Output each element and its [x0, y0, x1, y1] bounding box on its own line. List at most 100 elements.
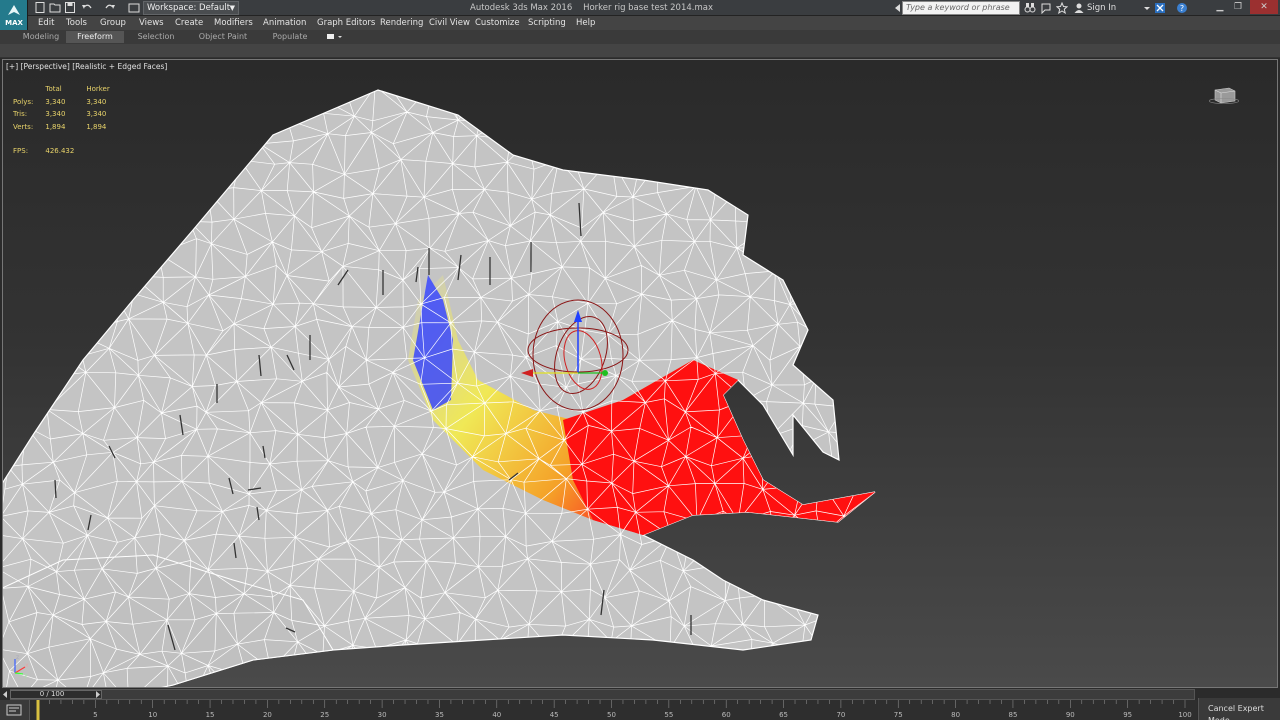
ruler-tick-label: 60: [722, 711, 731, 719]
ribbon-panel: [0, 44, 1280, 58]
file-name: Horker rig base test 2014.max: [583, 3, 714, 13]
ruler-tick-label: 20: [263, 711, 272, 719]
cancel-expert-mode-button[interactable]: Cancel Expert Mode: [1198, 698, 1280, 720]
ruler-tick-label: 95: [1123, 711, 1132, 719]
menu-group[interactable]: Group: [100, 16, 126, 30]
communication-center-icon[interactable]: [1040, 2, 1052, 14]
chevron-right-icon[interactable]: [94, 690, 102, 699]
binoculars-icon[interactable]: [1024, 2, 1036, 14]
chevron-down-icon: ▼: [229, 4, 235, 12]
workspace-dropdown[interactable]: Workspace: Default ▼: [143, 1, 239, 15]
menu-help[interactable]: Help: [576, 16, 595, 30]
close-button[interactable]: ✕: [1250, 0, 1278, 14]
sign-in-button[interactable]: Sign In: [1087, 1, 1116, 15]
redo-icon[interactable]: [104, 2, 116, 13]
user-icon[interactable]: [1073, 2, 1085, 14]
logo-label: MAX: [5, 19, 23, 27]
stats-header-object: Horker: [86, 85, 110, 93]
listener-icon: [6, 704, 22, 716]
stats-tris-object: 3,340: [86, 110, 107, 118]
open-file-icon[interactable]: [49, 2, 61, 13]
menu-civil-view[interactable]: Civil View: [429, 16, 470, 30]
chevron-down-icon[interactable]: [1141, 2, 1153, 14]
current-frame-marker[interactable]: [36, 700, 40, 720]
mini-listener[interactable]: [0, 700, 30, 720]
viewcube-icon[interactable]: [1209, 86, 1239, 104]
ruler-tick-label: 50: [607, 711, 616, 719]
ruler-tick-label: 40: [492, 711, 501, 719]
ribbon-tabs: Modeling Freeform Selection Object Paint…: [0, 30, 1280, 44]
ruler-tick-label: 30: [378, 711, 387, 719]
stats-fps-value: 426.432: [45, 147, 75, 155]
favorites-star-icon[interactable]: [1056, 2, 1068, 14]
max-logo-icon: [8, 5, 20, 15]
stats-fps-label: FPS:: [13, 147, 29, 155]
menu-create[interactable]: Create: [175, 16, 203, 30]
stats-tris-total: 3,340: [45, 110, 66, 118]
menu-views[interactable]: Views: [139, 16, 164, 30]
ruler-tick-label: 85: [1008, 711, 1017, 719]
ribbon-options-icon[interactable]: [326, 33, 344, 41]
menu-scripting[interactable]: Scripting: [528, 16, 566, 30]
menu-rendering[interactable]: Rendering: [380, 16, 423, 30]
stats-header-blank: [13, 84, 43, 95]
search-input[interactable]: Type a keyword or phrase: [902, 1, 1020, 15]
ruler-tick-label: 45: [550, 711, 559, 719]
perspective-viewport[interactable]: [+] [Perspective] [Realistic + Edged Fac…: [2, 59, 1278, 688]
ruler-tick-label: 80: [951, 711, 960, 719]
track-bar[interactable]: 5 10 15 20 25 30 35 40 45 50 55 60 65 70 75 80 85 90 95 100: [30, 700, 1197, 720]
ruler-tick-label: 100: [1178, 711, 1191, 719]
new-file-icon[interactable]: [34, 2, 46, 13]
stats-polys-label: Polys:: [13, 97, 34, 106]
tab-selection[interactable]: Selection: [130, 31, 182, 43]
tab-populate[interactable]: Populate: [266, 31, 314, 43]
ruler-tick-label: 75: [894, 711, 903, 719]
stats-verts-label: Verts:: [13, 122, 34, 131]
axis-z-label: z: [16, 654, 19, 661]
minimize-button[interactable]: ▁: [1212, 0, 1228, 14]
menu-animation[interactable]: Animation: [263, 16, 306, 30]
stats-verts-object: 1,894: [86, 122, 107, 131]
exchange-apps-icon[interactable]: [1154, 2, 1166, 14]
horker-mesh[interactable]: [3, 60, 1278, 688]
time-slider-thumb[interactable]: [10, 690, 102, 699]
save-file-icon[interactable]: [64, 2, 76, 13]
menu-tools[interactable]: Tools: [66, 16, 87, 30]
ruler-tick-label: 65: [779, 711, 788, 719]
menu-customize[interactable]: Customize: [475, 16, 520, 30]
viewport-label[interactable]: [+] [Perspective] [Realistic + Edged Fac…: [6, 62, 167, 71]
maximize-button[interactable]: ❐: [1230, 0, 1246, 14]
chevron-left-icon[interactable]: [1, 690, 9, 699]
tab-modeling[interactable]: Modeling: [16, 31, 66, 43]
svg-text:?: ?: [1180, 4, 1184, 13]
ruler-tick-label: 70: [836, 711, 845, 719]
time-slider-track[interactable]: [10, 689, 1195, 700]
title-bar: Workspace: Default ▼ Autodesk 3ds Max 201…: [0, 0, 1280, 16]
ruler-tick-label: 10: [148, 711, 157, 719]
stats-tris-label: Tris:: [13, 110, 28, 118]
menu-modifiers[interactable]: Modifiers: [214, 16, 253, 30]
project-folder-icon[interactable]: [128, 2, 140, 13]
tab-object-paint[interactable]: Object Paint: [192, 31, 254, 43]
workspace-label: Workspace: Default: [147, 3, 231, 13]
undo-icon[interactable]: [81, 2, 93, 13]
ruler-tick-label: 55: [664, 711, 673, 719]
tab-freeform[interactable]: Freeform: [66, 31, 124, 43]
app-title: Autodesk 3ds Max 2016: [470, 3, 573, 13]
axis-y-label: y: [24, 672, 28, 679]
stats-verts-total: 1,894: [45, 122, 66, 131]
stats-polys-object: 3,340: [86, 97, 107, 106]
window-title: Autodesk 3ds Max 2016 Horker rig base te…: [470, 1, 713, 15]
menu-bar: Edit Tools Group Views Create Modifiers …: [28, 16, 1280, 30]
ruler-tick-label: 90: [1066, 711, 1075, 719]
stats-polys-total: 3,340: [45, 97, 66, 106]
ruler-tick-label: 35: [435, 711, 444, 719]
app-logo[interactable]: MAX: [0, 0, 28, 30]
menu-edit[interactable]: Edit: [38, 16, 54, 30]
axis-tripod-icon: z x y: [14, 654, 29, 679]
stats-header-total: Total: [45, 85, 62, 93]
menu-graph-editors[interactable]: Graph Editors: [317, 16, 375, 30]
frame-ruler: 5 10 15 20 25 30 35 40 45 50 55 60 65 70 75 80 85 90 95 100: [36, 700, 1192, 720]
ruler-tick-label: 25: [320, 711, 329, 719]
help-icon[interactable]: ?: [1176, 2, 1188, 14]
